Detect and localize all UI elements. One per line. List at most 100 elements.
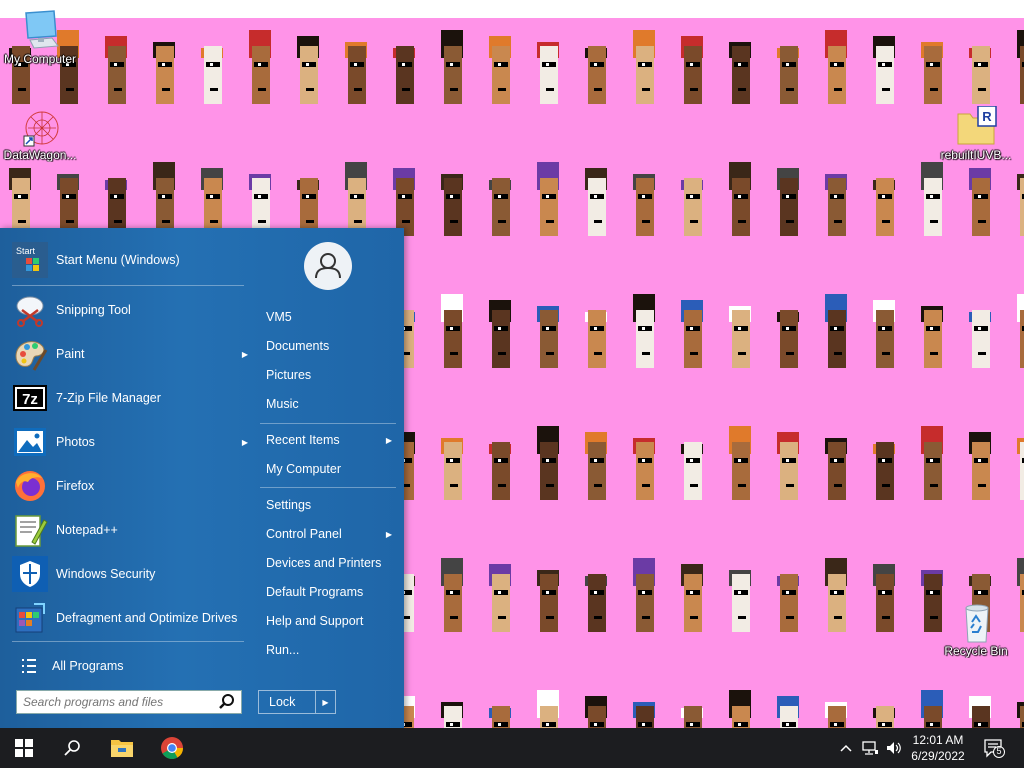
seven-zip-item[interactable]: 7z 7-Zip File Manager xyxy=(12,378,248,418)
wallpaper-figure-mouth xyxy=(738,484,746,487)
wallpaper-figure xyxy=(870,558,898,648)
pinned-separator xyxy=(12,285,244,286)
wallpaper-figure-eyes xyxy=(830,194,844,199)
taskbar-clock[interactable]: 12:01 AM 6/29/2022 xyxy=(904,732,972,764)
wallpaper-figure-face xyxy=(444,442,462,500)
wallpaper-figure-eye-highlight xyxy=(930,591,933,594)
wallpaper-figure-eyes xyxy=(878,194,892,199)
windows-security-label: Windows Security xyxy=(56,567,156,581)
place-devices-printers[interactable]: Devices and Printers xyxy=(258,550,398,576)
place-my-computer[interactable]: My Computer xyxy=(258,456,398,482)
wallpaper-figure-eyes xyxy=(542,722,556,727)
action-center-button[interactable]: 5 xyxy=(982,738,1006,758)
wallpaper-figure-eyes xyxy=(446,458,460,463)
place-documents[interactable]: Documents xyxy=(258,333,398,359)
user-avatar[interactable] xyxy=(304,242,352,290)
windows-security-item[interactable]: Windows Security xyxy=(12,554,248,594)
wallpaper-figure-eye-highlight xyxy=(450,723,453,726)
place-music[interactable]: Music xyxy=(258,391,398,417)
place-pictures[interactable]: Pictures xyxy=(258,362,398,388)
snipping-tool-item[interactable]: Snipping Tool xyxy=(12,290,248,330)
wallpaper-figure-eye-highlight xyxy=(210,63,213,66)
wallpaper-figure xyxy=(822,30,850,120)
datawagon-desktop-icon[interactable]: DataWagon... xyxy=(0,106,80,162)
wallpaper-figure-eye-highlight xyxy=(786,327,789,330)
place-recent-items[interactable]: Recent Items ▶ xyxy=(258,427,398,453)
wallpaper-figure-eye-highlight xyxy=(450,459,453,462)
wallpaper-figure-eye-highlight xyxy=(978,195,981,198)
wallpaper-figure-eye-highlight xyxy=(210,195,213,198)
wallpaper-figure-eyes xyxy=(590,458,604,463)
place-control-panel[interactable]: Control Panel ▶ xyxy=(258,521,398,547)
wallpaper-figure-eyes xyxy=(830,326,844,331)
wallpaper-figure xyxy=(486,426,514,516)
wallpaper-figure-face xyxy=(108,46,126,104)
wallpaper-figure-eyes xyxy=(686,62,700,67)
wallpaper-figure-eye-highlight xyxy=(594,327,597,330)
wallpaper-figure xyxy=(726,558,754,648)
wallpaper-figure-mouth xyxy=(930,88,938,91)
firefox-item[interactable]: Firefox xyxy=(12,466,248,506)
wallpaper-figure-eye-highlight xyxy=(930,63,933,66)
wallpaper-figure-eyes xyxy=(830,458,844,463)
wallpaper-figure-eye-highlight xyxy=(498,327,501,330)
start-menu-windows-item[interactable]: Start Start Menu (Windows) xyxy=(12,240,248,280)
wallpaper-figure-face xyxy=(876,46,894,104)
wallpaper-figure-face xyxy=(780,178,798,236)
wallpaper-figure-eye-highlight xyxy=(498,195,501,198)
power-options-arrow-icon[interactable]: ▶ xyxy=(315,691,335,713)
wallpaper-figure-eyes xyxy=(542,62,556,67)
search-icon[interactable] xyxy=(217,692,237,712)
place-settings[interactable]: Settings xyxy=(258,492,398,518)
wallpaper-figure-mouth xyxy=(834,616,842,619)
start-button[interactable] xyxy=(0,728,48,768)
place-help-support[interactable]: Help and Support xyxy=(258,608,398,634)
wallpaper-figure-face xyxy=(1020,574,1024,632)
my-computer-desktop-icon[interactable]: My Computer xyxy=(0,10,80,66)
place-default-programs[interactable]: Default Programs xyxy=(258,579,398,605)
show-hidden-icons-chevron-icon[interactable] xyxy=(836,738,856,758)
wallpaper-figure-mouth xyxy=(642,220,650,223)
wallpaper-figure-face xyxy=(924,442,942,500)
lock-button-label: Lock xyxy=(269,695,296,709)
wallpaper-figure-eyes xyxy=(878,590,892,595)
wallpaper-figure xyxy=(918,690,946,728)
wallpaper-figure-face xyxy=(780,310,798,368)
notepadplusplus-item[interactable]: Notepad++ xyxy=(12,510,248,550)
shield-icon xyxy=(12,556,48,592)
wallpaper-figure-eye-highlight xyxy=(498,459,501,462)
wallpaper-figure-eyes xyxy=(878,326,892,331)
defrag-item[interactable]: Defragment and Optimize Drives xyxy=(12,598,248,638)
wallpaper-figure-eye-highlight xyxy=(738,63,741,66)
photos-item[interactable]: Photos ▶ xyxy=(12,422,248,462)
wallpaper-figure-face xyxy=(348,46,366,104)
paint-item[interactable]: Paint ▶ xyxy=(12,334,248,374)
network-icon[interactable] xyxy=(860,738,880,758)
wallpaper-figure-eye-highlight xyxy=(930,723,933,726)
wallpaper-figure-face xyxy=(828,310,846,368)
wallpaper-figure xyxy=(774,558,802,648)
wallpaper-figure-face xyxy=(684,310,702,368)
place-run[interactable]: Run... xyxy=(258,637,398,663)
volume-icon[interactable] xyxy=(884,738,904,758)
start-search-box[interactable] xyxy=(16,690,242,714)
lock-button[interactable]: Lock ▶ xyxy=(258,690,336,714)
recycle-bin-label: Recycle Bin xyxy=(944,644,1008,658)
wallpaper-figure-eye-highlight xyxy=(834,591,837,594)
wallpaper-figure-eye-highlight xyxy=(450,327,453,330)
wallpaper-figure xyxy=(1014,294,1024,384)
clock-date: 6/29/2022 xyxy=(911,749,965,763)
chrome-button[interactable] xyxy=(148,728,196,768)
taskbar-search-button[interactable] xyxy=(48,728,96,768)
wallpaper-figure-mouth xyxy=(642,88,650,91)
wallpaper-figure-mouth xyxy=(786,352,794,355)
wallpaper-figure-mouth xyxy=(738,88,746,91)
all-programs-button[interactable]: All Programs xyxy=(12,650,248,682)
wallpaper-figure-mouth xyxy=(642,616,650,619)
recycle-bin-desktop-icon[interactable]: Recycle Bin xyxy=(936,602,1016,658)
start-search-input[interactable] xyxy=(23,695,213,709)
rebuilt-folder-desktop-icon[interactable]: R rebuiltIUVB... xyxy=(936,105,1016,162)
place-vm5[interactable]: VM5 xyxy=(258,304,398,330)
wallpaper-figure-eye-highlight xyxy=(402,195,405,198)
file-explorer-button[interactable] xyxy=(98,728,146,768)
